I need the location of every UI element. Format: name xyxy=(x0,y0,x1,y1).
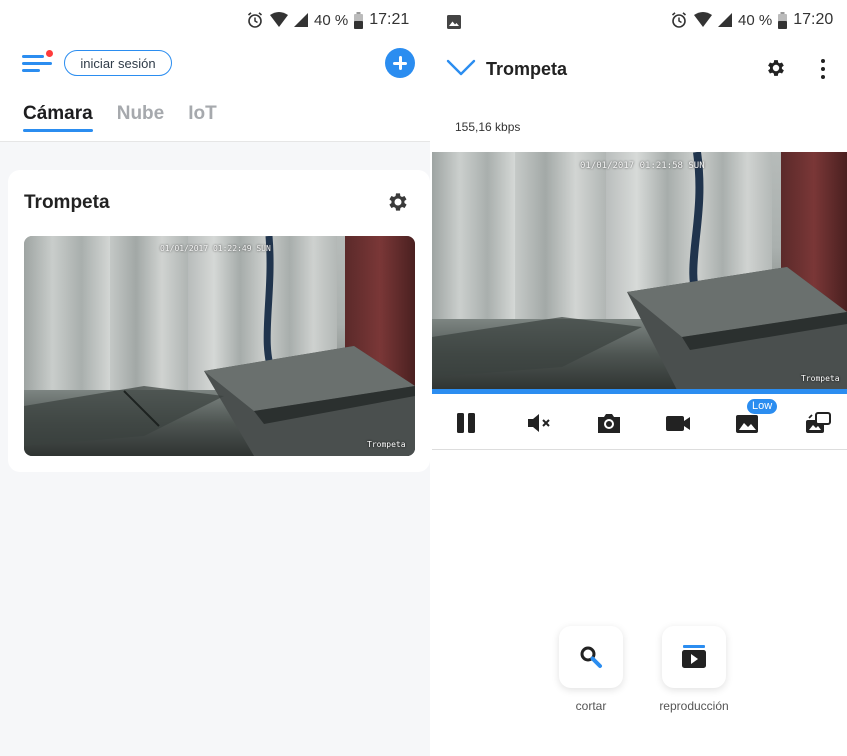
battery-icon xyxy=(778,11,788,29)
camera-snapshot: 01/01/2017 01:22:49 SUN Trompeta xyxy=(24,236,415,456)
alarm-icon xyxy=(247,12,263,28)
menu-icon-line xyxy=(22,62,52,65)
camera-card[interactable]: Trompeta 01/01/2017 01:22:49 SUN Trompet… xyxy=(8,170,430,472)
clock: 17:21 xyxy=(369,11,410,28)
quality-badge: Low xyxy=(747,399,778,414)
picture-in-picture-icon[interactable] xyxy=(803,408,833,438)
clock: 17:20 xyxy=(793,11,834,28)
signal-icon xyxy=(294,13,308,27)
bitrate-readout: 155,16 kbps xyxy=(455,120,521,134)
menu-icon xyxy=(22,55,44,58)
camera-title: Trompeta xyxy=(486,59,568,79)
camera-thumbnail[interactable]: 01/01/2017 01:22:49 SUN Trompeta xyxy=(24,236,415,456)
menu-icon-line xyxy=(22,69,40,72)
tab-iot[interactable]: IoT xyxy=(188,103,217,133)
live-controls-toolbar: Low xyxy=(432,394,847,450)
camera-list-screen: 40 % 17:21 iniciar sesión Cámara Nube Io… xyxy=(0,0,432,756)
wifi-icon xyxy=(694,12,712,27)
battery-percent: 40 % xyxy=(314,11,349,29)
more-dot xyxy=(821,67,825,71)
record-video-icon[interactable] xyxy=(663,408,693,438)
osd-timestamp: 01/01/2017 01:22:49 SUN xyxy=(160,244,271,253)
search-icon xyxy=(580,646,602,668)
status-bar: 40 % 17:21 xyxy=(246,8,409,32)
more-dot xyxy=(821,75,825,79)
collapse-chevron-icon[interactable] xyxy=(446,58,476,78)
signal-icon xyxy=(718,13,732,27)
live-video[interactable]: 01/01/2017 01:21:58 SUN Trompeta xyxy=(432,152,847,390)
tab-camara[interactable]: Cámara xyxy=(23,103,93,133)
camera-overlay-name: Trompeta xyxy=(367,440,406,449)
trim-tool-button[interactable] xyxy=(559,626,623,688)
live-video-frame: 01/01/2017 01:21:58 SUN Trompeta xyxy=(432,152,847,390)
play-icon xyxy=(682,645,706,668)
trim-tool-label: cortar xyxy=(575,699,607,713)
alarm-icon xyxy=(671,12,687,28)
more-options-icon[interactable] xyxy=(818,57,828,81)
mute-speaker-icon[interactable] xyxy=(524,408,554,438)
battery-percent: 40 % xyxy=(738,11,773,29)
pause-icon[interactable] xyxy=(451,408,481,438)
wifi-icon xyxy=(270,12,288,27)
quality-selector[interactable]: Low xyxy=(733,399,778,438)
more-dot xyxy=(821,59,825,63)
snapshot-camera-icon[interactable] xyxy=(594,408,624,438)
login-button[interactable]: iniciar sesión xyxy=(64,50,172,76)
tab-nube[interactable]: Nube xyxy=(117,103,165,133)
playback-tool-label: reproducción xyxy=(659,699,729,713)
battery-icon xyxy=(354,11,364,29)
playback-tool-button[interactable] xyxy=(662,626,726,688)
image-notification-icon xyxy=(447,15,461,29)
camera-name: Trompeta xyxy=(24,192,110,213)
notification-dot xyxy=(46,50,53,57)
add-camera-button[interactable] xyxy=(385,48,415,78)
tab-bar: Cámara Nube IoT xyxy=(23,103,217,133)
live-view-screen: 40 % 17:20 Trompeta 155,16 kbps 01/01/20… xyxy=(432,0,847,756)
camera-settings-gear-icon[interactable] xyxy=(386,190,410,214)
status-bar: 40 % 17:20 xyxy=(670,8,833,32)
settings-gear-icon[interactable] xyxy=(765,57,787,79)
menu-button[interactable] xyxy=(22,50,53,74)
camera-overlay-name: Trompeta xyxy=(801,374,840,383)
top-bar: 40 % 17:21 iniciar sesión Cámara Nube Io… xyxy=(0,0,432,142)
osd-timestamp: 01/01/2017 01:21:58 SUN xyxy=(580,161,705,171)
